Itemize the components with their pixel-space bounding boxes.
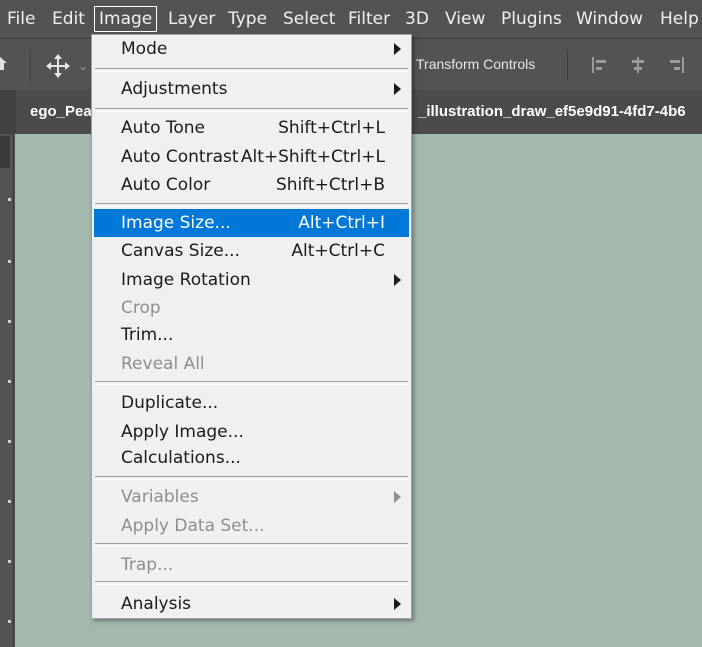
menu-image[interactable]: Image: [94, 6, 158, 32]
menu-edit[interactable]: Edit: [52, 0, 85, 38]
align-right-icon[interactable]: [666, 55, 686, 75]
submenu-arrow-icon: [394, 274, 401, 286]
menu-item-label: Trim...: [121, 325, 174, 345]
tool-slot[interactable]: [8, 380, 11, 383]
menu-item-label: Adjustments: [121, 79, 228, 99]
menu-help[interactable]: Help: [660, 0, 699, 38]
menu-item-label: Crop: [121, 298, 161, 318]
tools-panel: [0, 134, 14, 647]
menu-layer[interactable]: Layer: [168, 0, 215, 38]
menu-window[interactable]: Window: [576, 0, 643, 38]
menu-type[interactable]: Type: [228, 0, 267, 38]
home-icon[interactable]: [0, 55, 8, 71]
align-left-icon[interactable]: [590, 55, 610, 75]
tool-slot[interactable]: [8, 320, 11, 323]
menu-item-label: Apply Data Set...: [121, 516, 265, 536]
menu-view[interactable]: View: [445, 0, 485, 38]
active-tool[interactable]: [0, 136, 10, 168]
tool-slot[interactable]: [8, 198, 11, 201]
submenu-arrow-icon: [394, 491, 401, 503]
menu-item-reveal-all: Reveal All: [94, 350, 409, 378]
menu-item-shortcut: Alt+Ctrl+C: [291, 241, 385, 261]
menu-item-calculations[interactable]: Calculations...: [94, 444, 409, 472]
menu-item-mode[interactable]: Mode: [94, 35, 409, 63]
menu-item-auto-color[interactable]: Auto Color Shift+Ctrl+B: [94, 171, 409, 199]
menu-item-duplicate[interactable]: Duplicate...: [94, 389, 409, 417]
align-center-icon[interactable]: [628, 55, 648, 75]
menu-item-analysis[interactable]: Analysis: [94, 590, 409, 618]
tool-slot[interactable]: [8, 440, 11, 443]
document-tab-active[interactable]: _illustration_draw_ef5e9d91-4fd7-4b6: [410, 90, 702, 134]
menu-item-variables: Variables: [94, 483, 409, 511]
menu-item-apply-data-set: Apply Data Set...: [94, 512, 409, 540]
tool-slot[interactable]: [8, 260, 11, 263]
menu-item-shortcut: Alt+Shift+Ctrl+L: [240, 147, 385, 167]
menu-item-apply-image[interactable]: Apply Image...: [94, 418, 409, 446]
menu-item-label: Image Size...: [121, 213, 231, 233]
menu-separator: [95, 381, 408, 385]
toolbar-divider: [30, 49, 31, 81]
menu-separator: [95, 543, 408, 547]
menu-item-label: Calculations...: [121, 448, 241, 468]
menu-item-shortcut: Alt+Ctrl+I: [298, 213, 385, 233]
menu-separator: [95, 108, 408, 112]
menu-item-label: Image Rotation: [121, 270, 251, 290]
menu-item-adjustments[interactable]: Adjustments: [94, 75, 409, 103]
menu-separator: [95, 581, 408, 585]
menu-separator: [95, 476, 408, 480]
menu-item-label: Auto Color: [121, 175, 211, 195]
menu-item-label: Apply Image...: [121, 422, 244, 442]
menu-item-label: Duplicate...: [121, 393, 219, 413]
menu-item-label: Reveal All: [121, 354, 205, 374]
menu-item-crop: Crop: [94, 294, 409, 322]
image-menu-dropdown: Mode Adjustments Auto Tone Shift+Ctrl+L …: [91, 34, 412, 619]
menu-item-label: Variables: [121, 487, 199, 507]
submenu-arrow-icon: [394, 598, 401, 610]
menu-plugins[interactable]: Plugins: [501, 0, 562, 38]
document-tab[interactable]: ego_Pea: [16, 90, 94, 134]
menu-item-label: Analysis: [121, 594, 192, 614]
chevron-down-icon[interactable]: ⌄: [78, 59, 88, 73]
menu-bar: File Edit Image Layer Type Select Filter…: [0, 0, 702, 38]
menu-item-label: Trap...: [121, 555, 174, 575]
menu-item-shortcut: Shift+Ctrl+L: [278, 118, 385, 138]
tool-slot[interactable]: [8, 560, 11, 563]
show-transform-controls-label[interactable]: Transform Controls: [416, 56, 535, 72]
menu-item-trim[interactable]: Trim...: [94, 321, 409, 349]
menu-item-trap: Trap...: [94, 551, 409, 579]
menu-item-auto-contrast[interactable]: Auto Contrast Alt+Shift+Ctrl+L: [94, 143, 409, 171]
menu-3d[interactable]: 3D: [405, 0, 429, 38]
tool-slot[interactable]: [8, 500, 11, 503]
submenu-arrow-icon: [394, 83, 401, 95]
menu-item-canvas-size[interactable]: Canvas Size... Alt+Ctrl+C: [94, 237, 409, 265]
menu-item-image-size[interactable]: Image Size... Alt+Ctrl+I: [94, 209, 409, 237]
menu-item-label: Auto Contrast: [121, 147, 239, 167]
menu-file[interactable]: File: [7, 0, 35, 38]
menu-filter[interactable]: Filter: [348, 0, 390, 38]
menu-separator: [95, 68, 408, 72]
submenu-arrow-icon: [394, 43, 401, 55]
toolbar-divider: [567, 49, 568, 81]
menu-separator: [95, 203, 408, 207]
menu-item-label: Mode: [121, 39, 168, 59]
tool-slot[interactable]: [8, 620, 11, 623]
move-tool-icon[interactable]: [45, 53, 71, 79]
menu-item-label: Auto Tone: [121, 118, 206, 138]
menu-item-image-rotation[interactable]: Image Rotation: [94, 266, 409, 294]
menu-item-label: Canvas Size...: [121, 241, 240, 261]
menu-item-shortcut: Shift+Ctrl+B: [275, 175, 385, 195]
menu-item-auto-tone[interactable]: Auto Tone Shift+Ctrl+L: [94, 114, 409, 142]
menu-select[interactable]: Select: [283, 0, 335, 38]
